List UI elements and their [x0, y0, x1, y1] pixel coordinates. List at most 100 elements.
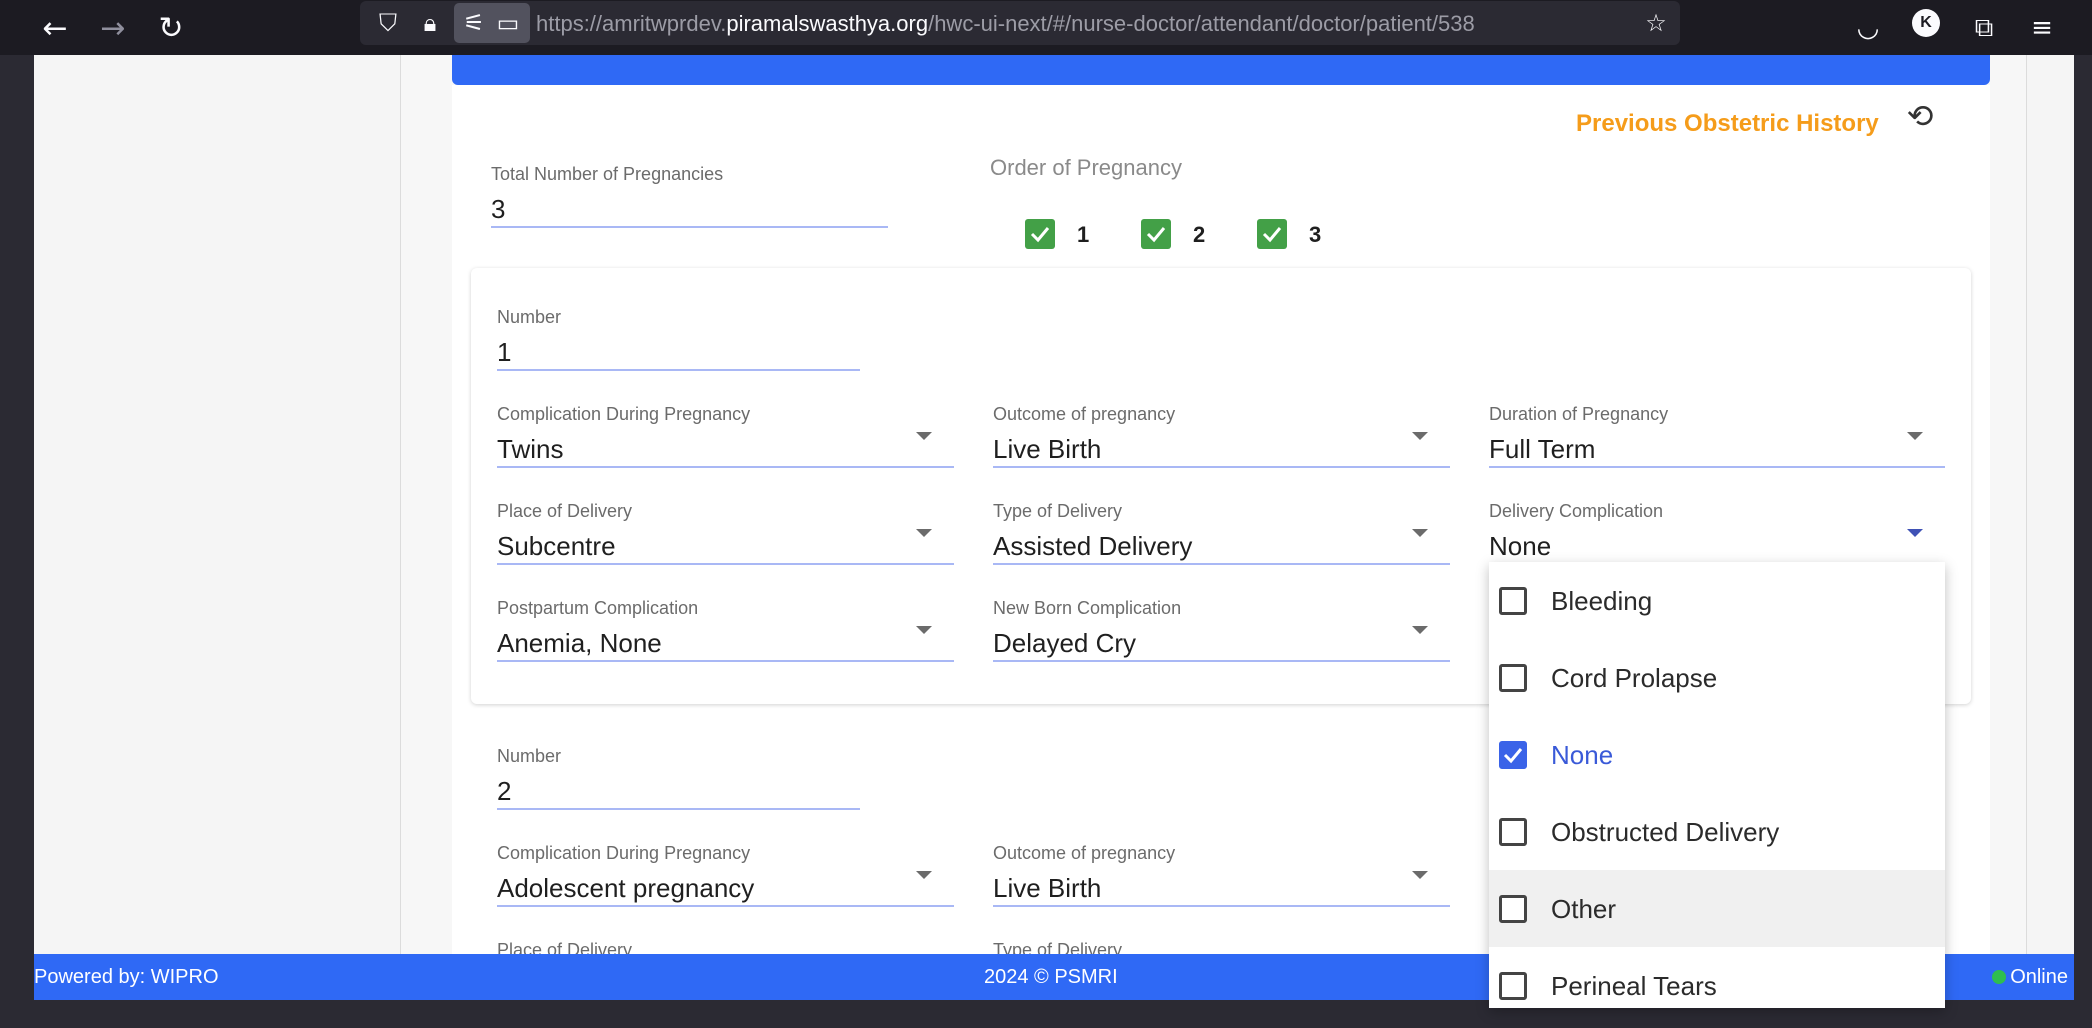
menu-icon[interactable]: ≡	[2020, 6, 2064, 50]
url-bar[interactable]: ⛉ 🔒︎ ⚟ ▭ https://amritwprdev.piramalswas…	[360, 1, 1680, 45]
underline	[993, 905, 1450, 907]
delivery-complication-dropdown[interactable]: Bleeding Cord Prolapse None Obstructed D…	[1489, 562, 1945, 1008]
total-pregnancies-value[interactable]: 3	[491, 194, 505, 225]
underline	[497, 369, 860, 371]
chevron-down-icon[interactable]	[916, 626, 932, 634]
order-checkbox-3[interactable]	[1257, 219, 1287, 249]
record1-postpartum-label: Postpartum Complication	[497, 598, 699, 618]
checkbox-icon[interactable]	[1499, 972, 1527, 1000]
record1-place-value[interactable]: Subcentre	[497, 531, 616, 562]
pocket-icon[interactable]: ◡	[1846, 6, 1890, 50]
left-panel	[34, 55, 401, 955]
record1-place-label: Place of Delivery	[497, 501, 633, 521]
option-bleeding[interactable]: Bleeding	[1489, 562, 1945, 639]
record1-complication-select[interactable]: Complication During Pregnancy Twins	[497, 404, 954, 468]
footer-copyright: 2024 © PSMRI	[984, 966, 1118, 988]
total-pregnancies-field[interactable]: Total Number of Pregnancies 3	[491, 164, 888, 228]
option-obstructed-delivery[interactable]: Obstructed Delivery	[1489, 793, 1945, 870]
previous-obstetric-history-link[interactable]: Previous Obstetric History	[1576, 110, 1879, 138]
record1-type-select[interactable]: Type of Delivery Assisted Delivery	[993, 501, 1450, 565]
record1-delivery-complication-select[interactable]: Delivery Complication None	[1489, 501, 1945, 565]
record2-outcome-value[interactable]: Live Birth	[993, 873, 1101, 904]
underline	[497, 563, 954, 565]
option-perineal-tears[interactable]: Perineal Tears	[1489, 947, 1945, 1008]
record1-outcome-value[interactable]: Live Birth	[993, 434, 1101, 465]
record1-duration-select[interactable]: Duration of Pregnancy Full Term	[1489, 404, 1945, 468]
forward-icon[interactable]: →	[91, 6, 135, 50]
checkbox-icon[interactable]	[1499, 895, 1527, 923]
record2-number-value[interactable]: 2	[497, 776, 511, 807]
option-label: Perineal Tears	[1551, 971, 1717, 1001]
underline	[497, 808, 860, 810]
chevron-down-icon[interactable]	[1412, 529, 1428, 537]
record1-postpartum-value[interactable]: Anemia, None	[497, 628, 662, 659]
checkbox-icon[interactable]	[1499, 818, 1527, 846]
underline	[993, 563, 1450, 565]
back-icon[interactable]: ←	[33, 6, 77, 50]
record1-duration-value[interactable]: Full Term	[1489, 434, 1595, 465]
order-checkbox-1[interactable]	[1025, 219, 1055, 249]
record1-type-value[interactable]: Assisted Delivery	[993, 531, 1192, 562]
record2-number-field[interactable]: Number 2	[497, 746, 860, 810]
order-checkbox-3-label: 3	[1309, 222, 1322, 247]
underline	[1489, 466, 1945, 468]
record1-number-field[interactable]: Number 1	[497, 307, 860, 371]
chevron-down-icon[interactable]	[1412, 432, 1428, 440]
record1-number-label: Number	[497, 307, 562, 327]
order-checkbox-1-label: 1	[1077, 222, 1090, 247]
history-icon[interactable]: ⟲	[1900, 96, 1940, 136]
chevron-down-icon[interactable]	[1907, 529, 1923, 537]
record1-place-select[interactable]: Place of Delivery Subcentre	[497, 501, 954, 565]
section-header-strip	[452, 55, 1990, 85]
extensions-icon[interactable]: ⧉	[1962, 6, 2006, 50]
record1-postpartum-select[interactable]: Postpartum Complication Anemia, None	[497, 598, 954, 662]
chevron-down-icon[interactable]	[916, 432, 932, 440]
option-none[interactable]: None	[1489, 716, 1945, 793]
record1-complication-label: Complication During Pregnancy	[497, 404, 751, 424]
record2-complication-select[interactable]: Complication During Pregnancy Adolescent…	[497, 843, 954, 907]
record1-newborn-select[interactable]: New Born Complication Delayed Cry	[993, 598, 1450, 662]
option-label: Other	[1551, 894, 1617, 924]
record1-outcome-select[interactable]: Outcome of pregnancy Live Birth	[993, 404, 1450, 468]
underline	[993, 466, 1450, 468]
record1-complication-value[interactable]: Twins	[497, 434, 563, 465]
lock-icon[interactable]: 🔒︎	[414, 7, 446, 39]
record1-type-label: Type of Delivery	[993, 501, 1123, 521]
order-checkbox-2[interactable]	[1141, 219, 1171, 249]
shield-icon[interactable]: ⛉	[372, 7, 404, 39]
chevron-down-icon[interactable]	[1412, 871, 1428, 879]
online-status: Online	[1992, 966, 2068, 989]
option-label: None	[1551, 740, 1614, 770]
settings-toggle-icon: ⚟	[463, 9, 485, 37]
record1-outcome-label: Outcome of pregnancy	[993, 404, 1176, 424]
underline	[491, 226, 888, 228]
camera-icon: ▭	[496, 9, 520, 37]
record1-delivery-complication-label: Delivery Complication	[1489, 501, 1664, 521]
record2-outcome-select[interactable]: Outcome of pregnancy Live Birth	[993, 843, 1450, 907]
record2-complication-value[interactable]: Adolescent pregnancy	[497, 873, 754, 904]
chevron-down-icon[interactable]	[916, 529, 932, 537]
underline	[993, 660, 1450, 662]
url-text[interactable]: https://amritwprdev.piramalswasthya.org/…	[536, 11, 1475, 37]
chevron-down-icon[interactable]	[1412, 626, 1428, 634]
order-checkbox-2-label: 2	[1193, 222, 1206, 247]
chevron-down-icon[interactable]	[916, 871, 932, 879]
bookmark-star-icon[interactable]: ☆	[1640, 7, 1672, 39]
permissions-button[interactable]: ⚟ ▭	[454, 3, 530, 43]
chevron-down-icon[interactable]	[1907, 432, 1923, 440]
record1-number-value[interactable]: 1	[497, 337, 511, 368]
record2-complication-label: Complication During Pregnancy	[497, 843, 751, 863]
option-other[interactable]: Other	[1489, 870, 1945, 947]
url-domain: piramalswasthya.org	[726, 11, 929, 36]
record1-delivery-complication-value[interactable]: None	[1489, 531, 1551, 562]
record1-newborn-value[interactable]: Delayed Cry	[993, 628, 1136, 659]
checkbox-checked-icon[interactable]	[1499, 741, 1527, 769]
account-avatar[interactable]: K	[1912, 9, 1940, 37]
reload-icon[interactable]: ↻	[149, 6, 193, 50]
checkbox-icon[interactable]	[1499, 664, 1527, 692]
option-cord-prolapse[interactable]: Cord Prolapse	[1489, 639, 1945, 716]
order-of-pregnancy-label: Order of Pregnancy	[990, 155, 1182, 180]
browser-toolbar: ← → ↻ ⛉ 🔒︎ ⚟ ▭ https://amritwprdev.piram…	[0, 0, 2092, 55]
online-dot-icon	[1992, 970, 2007, 984]
checkbox-icon[interactable]	[1499, 587, 1527, 615]
